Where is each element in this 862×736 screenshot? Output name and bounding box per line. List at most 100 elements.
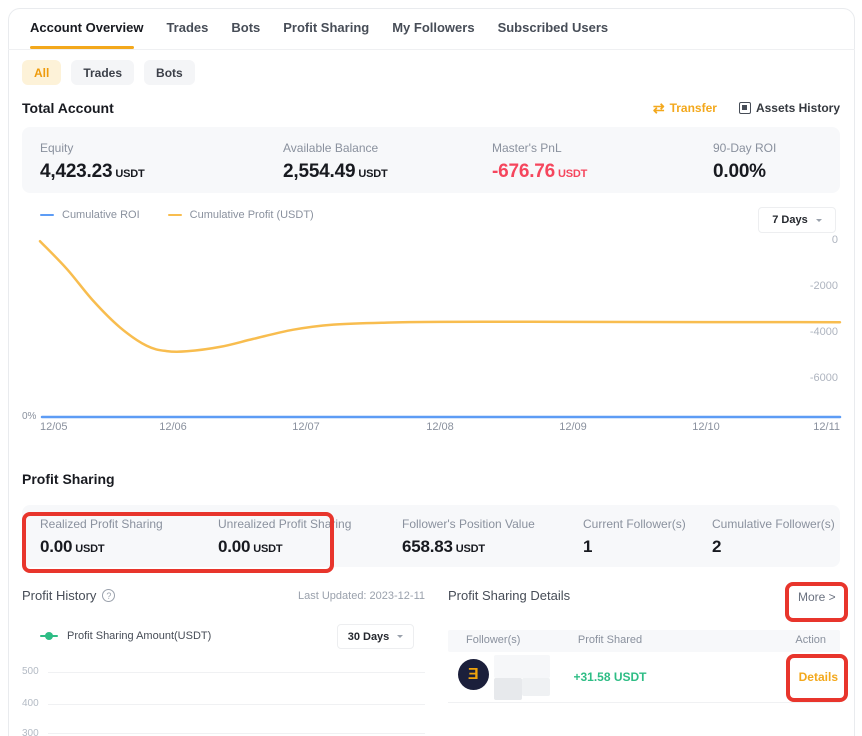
stat-unit: USDT xyxy=(558,168,587,180)
profit-shared-value: +31.58 USDT xyxy=(573,670,646,684)
row-divider xyxy=(448,702,840,703)
x-axis-tick: 12/08 xyxy=(426,421,454,433)
legend-cumulative-profit[interactable]: Cumulative Profit (USDT) xyxy=(168,209,314,221)
stat-label: Follower's Position Value xyxy=(402,517,535,531)
x-axis-tick: 12/10 xyxy=(692,421,720,433)
stat-value: 658.83 xyxy=(402,537,453,556)
annotation-box-more xyxy=(785,582,848,622)
profit-history-legend[interactable]: Profit Sharing Amount(USDT) xyxy=(40,630,211,642)
last-updated-text: Last Updated: 2023-12-11 xyxy=(298,590,425,602)
tabs-divider xyxy=(8,49,855,50)
help-circle-icon[interactable]: ? xyxy=(102,589,115,602)
assets-history-icon xyxy=(739,102,751,114)
stat-label: Available Balance xyxy=(283,141,388,155)
stat-value: 2,554.49 xyxy=(283,161,355,182)
legend-label: Cumulative Profit (USDT) xyxy=(190,209,314,221)
nav-tab-my-followers[interactable]: My Followers xyxy=(392,20,474,35)
stat-value: 0.00% xyxy=(713,161,766,182)
filter-pill-all[interactable]: All xyxy=(22,60,61,85)
x-axis-tick: 12/07 xyxy=(292,421,320,433)
filter-pill-trades[interactable]: Trades xyxy=(71,60,134,85)
legend-label: Cumulative ROI xyxy=(62,209,140,221)
mini-chart-y-tick: 400 xyxy=(22,698,39,709)
stat-unit: USDT xyxy=(456,543,485,555)
stat-current-followers: Current Follower(s) 1 xyxy=(583,517,686,557)
stat-followers-position-value: Follower's Position Value 658.83USDT xyxy=(402,517,535,557)
green-line-marker-icon xyxy=(40,635,58,637)
x-axis-tick: 12/09 xyxy=(559,421,587,433)
stat-cumulative-followers: Cumulative Follower(s) 2 xyxy=(712,517,835,557)
x-axis-tick: 12/06 xyxy=(159,421,187,433)
assets-history-label: Assets History xyxy=(756,101,840,115)
annotation-box-details xyxy=(786,654,848,702)
roi-axis-zero-label: 0% xyxy=(22,411,36,422)
profit-history-label: Profit History xyxy=(22,588,96,603)
stat-available-balance: Available Balance 2,554.49USDT xyxy=(283,141,388,183)
legend-cumulative-roi[interactable]: Cumulative ROI xyxy=(40,209,140,221)
column-profit-shared: Profit Shared xyxy=(578,634,642,646)
nav-tab-profit-sharing[interactable]: Profit Sharing xyxy=(283,20,369,35)
stat-equity: Equity 4,423.23USDT xyxy=(40,141,145,183)
blurred-follower-name xyxy=(522,678,550,696)
stat-label: Master's PnL xyxy=(492,141,587,155)
mini-chart-gridline xyxy=(48,672,425,673)
y-axis-tick: 0 xyxy=(788,234,838,246)
column-followers: Follower(s) xyxy=(466,634,520,646)
mini-chart-y-tick: 500 xyxy=(22,666,39,677)
mini-chart-gridline xyxy=(48,733,425,734)
stat-value: 2 xyxy=(712,537,721,556)
x-axis-tick: 12/11 xyxy=(813,421,840,433)
stat-label: 90-Day ROI xyxy=(713,141,776,155)
nav-tab-trades[interactable]: Trades xyxy=(166,20,208,35)
profit-sharing-details-title: Profit Sharing Details xyxy=(448,588,570,603)
top-tab-bar: Account Overview Trades Bots Profit Shar… xyxy=(30,20,608,35)
column-action: Action xyxy=(795,634,826,646)
chevron-down-icon xyxy=(397,635,403,641)
filter-pill-group: All Trades Bots xyxy=(22,60,195,85)
nav-tab-account-overview[interactable]: Account Overview xyxy=(30,20,143,35)
assets-history-button[interactable]: Assets History xyxy=(739,101,840,115)
total-account-title: Total Account xyxy=(22,100,114,116)
total-account-actions: ⇄ Transfer Assets History xyxy=(653,101,840,115)
stat-value: 1 xyxy=(583,537,592,556)
annotation-box-profit-sharing xyxy=(22,512,334,573)
main-card xyxy=(8,8,855,736)
chevron-down-icon xyxy=(816,219,822,225)
follower-avatar: E xyxy=(458,659,489,690)
stat-label: Equity xyxy=(40,141,145,155)
y-axis-tick: -2000 xyxy=(788,280,838,292)
stat-90day-roi: 90-Day ROI 0.00% xyxy=(713,141,776,183)
main-chart-range-select[interactable]: 7 Days xyxy=(758,207,836,233)
blurred-follower-name xyxy=(494,678,522,700)
transfer-label: Transfer xyxy=(670,101,717,115)
transfer-button[interactable]: ⇄ Transfer xyxy=(653,101,717,115)
mini-chart-gridline xyxy=(48,704,425,705)
main-chart-legend: Cumulative ROI Cumulative Profit (USDT) xyxy=(40,209,314,221)
nav-tab-subscribed-users[interactable]: Subscribed Users xyxy=(498,20,609,35)
stat-value: 4,423.23 xyxy=(40,161,112,182)
y-axis-tick: -4000 xyxy=(788,326,838,338)
transfer-icon: ⇄ xyxy=(653,102,665,114)
blue-line-swatch-icon xyxy=(40,214,54,216)
profit-history-title: Profit History ? xyxy=(22,588,115,603)
orange-line-swatch-icon xyxy=(168,214,182,216)
stat-unit: USDT xyxy=(358,168,387,180)
profit-sharing-title: Profit Sharing xyxy=(22,471,115,487)
legend-label: Profit Sharing Amount(USDT) xyxy=(67,630,211,642)
details-panel-label: Profit Sharing Details xyxy=(448,588,570,603)
total-account-stats-bar: Equity 4,423.23USDT Available Balance 2,… xyxy=(22,127,840,193)
blurred-follower-name xyxy=(494,655,550,678)
stat-masters-pnl: Master's PnL -676.76USDT xyxy=(492,141,587,183)
x-axis-tick: 12/05 xyxy=(40,421,68,433)
nav-tab-bots[interactable]: Bots xyxy=(231,20,260,35)
profit-history-range-select[interactable]: 30 Days xyxy=(337,624,414,649)
stat-value-negative: -676.76 xyxy=(492,161,555,182)
stat-unit: USDT xyxy=(115,168,144,180)
filter-pill-bots[interactable]: Bots xyxy=(144,60,195,85)
stat-label: Current Follower(s) xyxy=(583,517,686,531)
range-select-value: 30 Days xyxy=(348,631,390,643)
mini-chart-y-tick: 300 xyxy=(22,728,39,736)
y-axis-tick: -6000 xyxy=(788,372,838,384)
range-select-value: 7 Days xyxy=(772,214,807,226)
stat-label: Cumulative Follower(s) xyxy=(712,517,835,531)
